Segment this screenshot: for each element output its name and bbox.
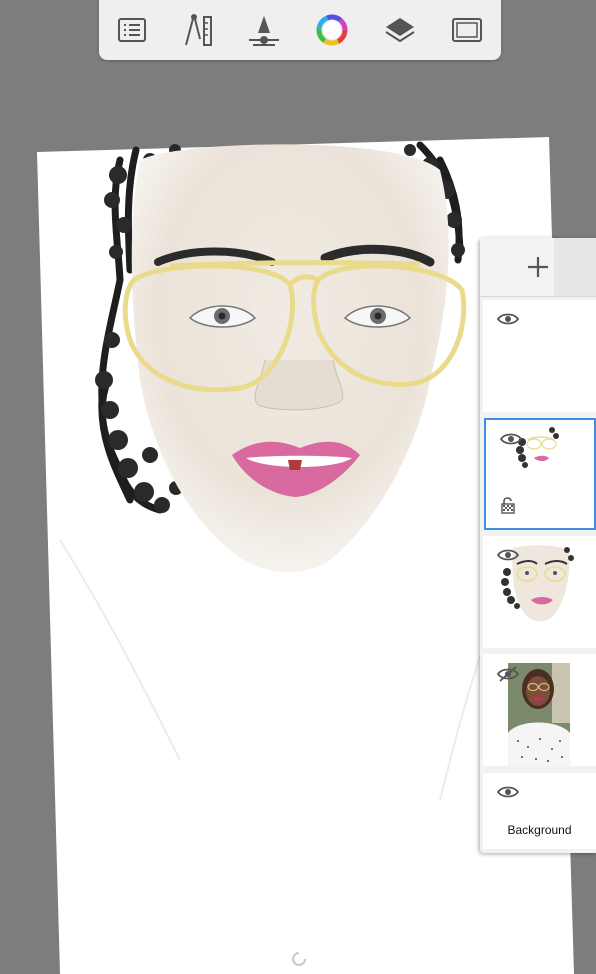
ruler-compass-icon[interactable] bbox=[179, 11, 217, 49]
background-layer-label: Background bbox=[507, 823, 572, 837]
add-layer-button[interactable] bbox=[480, 238, 596, 297]
layer-item-background[interactable]: Background bbox=[483, 773, 596, 849]
layers-list-icon[interactable] bbox=[113, 11, 151, 49]
eye-icon[interactable] bbox=[497, 312, 519, 326]
layer-thumbnail bbox=[516, 427, 559, 468]
top-toolbar bbox=[99, 0, 501, 60]
brush-size-icon[interactable] bbox=[245, 11, 283, 49]
panel-scroll-shade bbox=[554, 238, 596, 296]
loading-spinner-icon bbox=[292, 952, 306, 966]
color-wheel-icon[interactable] bbox=[313, 11, 351, 49]
eye-icon[interactable] bbox=[500, 432, 522, 446]
nose bbox=[254, 359, 344, 411]
eye-icon[interactable] bbox=[497, 548, 519, 562]
layer-item[interactable] bbox=[483, 654, 596, 766]
layer-item-selected[interactable] bbox=[484, 418, 596, 530]
layers-panel: Background bbox=[480, 238, 596, 853]
alpha-lock-icon[interactable] bbox=[500, 496, 516, 514]
layer-item[interactable] bbox=[483, 300, 596, 412]
layer-item[interactable] bbox=[483, 536, 596, 648]
plus-icon bbox=[528, 257, 548, 277]
eye-icon[interactable] bbox=[497, 785, 519, 799]
layers-stack-icon[interactable] bbox=[381, 11, 419, 49]
canvas-frame-icon[interactable] bbox=[448, 11, 486, 49]
eye-hidden-icon[interactable] bbox=[497, 666, 519, 682]
